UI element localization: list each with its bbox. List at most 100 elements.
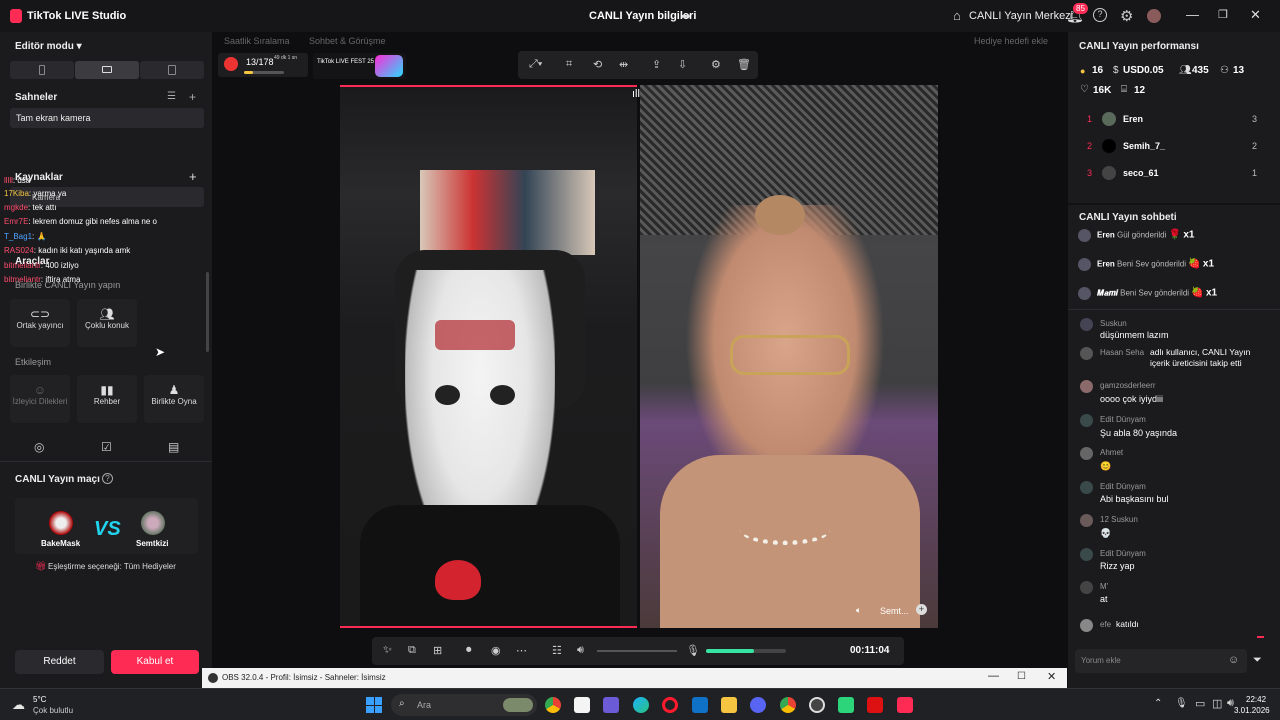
co-host-button[interactable]: ⊂⊃ Ortak yayıncı [10,299,70,347]
weather-desc[interactable]: Çok bulutlu [33,706,73,715]
network-icon[interactable]: ◫ [1212,697,1222,710]
chevron-up-icon[interactable]: ⌃ [1154,698,1162,709]
maximize-button[interactable]: ❐ [1218,8,1228,21]
whatsapp-icon[interactable] [838,697,854,713]
landscape-mode-button[interactable] [75,61,139,79]
mic-level-bar[interactable] [706,649,786,653]
settings-icon[interactable]: ⚙ [711,58,721,71]
speaker-icon[interactable]: 🔈︎ [856,605,861,616]
tiktok-taskbar-icon[interactable] [897,697,913,713]
clock-time[interactable]: 22:42 [1246,695,1266,704]
accept-button[interactable]: Kabul et [111,650,199,674]
filter-icon[interactable]: ⏷ [1253,654,1262,667]
mic-icon[interactable]: 🎙︎ [686,644,700,657]
match-left-name: BakeMask [41,539,81,548]
weather-temp[interactable]: 5°C [33,695,46,704]
display-icon[interactable]: ▭ [1195,697,1205,710]
scrollbar[interactable] [206,272,209,352]
overlay-chat-line: mgkde: tek attı [4,203,56,212]
play-together-button[interactable]: ♟ Birlikte Oyna [144,375,204,423]
more-icon[interactable]: ⋯ [516,644,527,657]
add-media-icon[interactable]: ⊞ [433,644,442,657]
effects-icon[interactable]: ⧉ [408,644,416,657]
home-icon[interactable]: ⌂ [953,8,961,23]
gear-icon[interactable]: ⚙ [1120,7,1133,25]
viewer-wishes-button[interactable]: ☺ İzleyici Dilekleri [10,375,70,423]
scene-item[interactable]: Tam ekran kamera [10,108,204,128]
obs-window-bar[interactable]: OBS 32.0.4 - Profil: İsimsiz - Sahneler:… [202,668,1067,688]
sound-icon[interactable]: 🔊︎ [1227,697,1234,710]
inbox-icon[interactable]: ▤ [168,440,179,454]
rank-progress-bar [244,71,284,74]
live-center-link[interactable]: CANLI Yayın Merkezi [969,10,1073,22]
overlay-chat-text: : lekrem domuz gibi nefes alma ne o [28,217,157,226]
guide-button[interactable]: ▮▮ Rehber [77,375,137,423]
close-button[interactable]: ✕ [1250,7,1261,23]
taskbar-search[interactable]: ⌕ Ara [391,694,537,716]
magic-icon[interactable]: ✨︎ [383,644,392,657]
edge-icon[interactable] [633,697,649,713]
checklist-icon[interactable]: ☑ [101,440,112,454]
folder-icon[interactable] [721,697,737,713]
emoji-icon[interactable]: ☺ [1228,654,1239,666]
clock-date[interactable]: 3.01.2026 [1234,706,1270,715]
camera-icon[interactable]: ◉ [491,644,501,657]
obs-maximize-button[interactable]: ☐ [1017,671,1026,682]
obs-minimize-button[interactable]: — [988,670,999,682]
layer-down-icon[interactable]: ⇩ [678,58,687,71]
weather-icon[interactable]: ☁ [12,697,25,713]
opponent-video[interactable]: 🔈︎ Semt... + [640,85,938,628]
gift-goal-hint[interactable]: Hediye hedefi ekle [974,36,1048,46]
store-icon[interactable] [574,697,590,713]
avatar[interactable] [1147,9,1161,23]
stream-timer: 00:11:04 [850,645,890,656]
chrome-profile-icon[interactable] [780,697,796,713]
rotate-icon[interactable]: ⟲ [593,58,602,71]
volume-slider[interactable] [597,650,677,652]
dual-mode-button[interactable] [140,61,204,79]
match-option[interactable]: Eşleştirme seçeneği: Tüm Hediyeler [48,562,176,571]
portrait-mode-button[interactable] [10,61,74,79]
mixer-icon[interactable]: ☷ [552,644,562,657]
mail-icon[interactable] [692,697,708,713]
avatar [1102,139,1116,153]
hourly-ranking-hint[interactable]: Saatlik Sıralama [224,36,290,46]
fest-banner[interactable]: TikTok LIVE FEST 25 [313,53,406,79]
comment-input[interactable]: Yorum ekle [1075,649,1247,673]
record-icon[interactable]: ⏺ [466,644,472,657]
title-bar: TikTok LIVE Studio CANLI Yayın bilgileri… [0,0,1280,32]
chrome-icon[interactable] [545,697,561,713]
crop-icon[interactable]: ⌗ [566,58,572,71]
list-icon[interactable]: ☰ [167,91,176,102]
youtube-icon[interactable] [867,697,883,713]
avatar [1078,258,1091,271]
minimize-button[interactable]: — [1186,7,1199,22]
opera-icon[interactable] [662,697,678,713]
info-icon[interactable]: ? [102,473,113,484]
discord-icon[interactable] [750,697,766,713]
trash-icon[interactable]: 🗑︎ [737,58,751,71]
obs-close-button[interactable]: ✕ [1047,670,1056,683]
multi-guest-button[interactable]: 👥︎ Çoklu konuk [77,299,137,347]
chat-call-hint[interactable]: Sohbet & Görüşme [309,36,386,46]
obs-taskbar-icon[interactable] [809,697,825,713]
mic-tray-icon[interactable]: 🎙︎ [1175,698,1188,709]
share-icon[interactable]: ➦ [681,9,691,23]
chat-title: CANLI Yayın sohbeti [1079,212,1177,223]
add-scene-icon[interactable]: + [189,90,196,104]
overlay-chat-text: : yarma ya [28,189,67,198]
avatar [1080,447,1093,460]
teams-icon[interactable] [603,697,619,713]
add-source-icon[interactable]: + [189,169,197,184]
layer-up-icon[interactable]: ⇪ [652,58,661,71]
add-icon[interactable]: + [916,604,927,615]
fit-icon[interactable]: ⤢▾ [529,58,542,71]
target-icon[interactable]: ◎ [34,440,44,454]
start-button[interactable] [366,697,382,713]
host-video[interactable] [340,85,637,628]
flip-icon[interactable]: ⇹ [619,58,628,71]
volume-icon[interactable]: 🔊︎ [577,644,584,657]
reject-button[interactable]: Reddet [15,650,104,674]
editor-mode-dropdown[interactable]: Editör modu ▾ [15,41,82,52]
help-icon[interactable]: ? [1093,8,1107,22]
